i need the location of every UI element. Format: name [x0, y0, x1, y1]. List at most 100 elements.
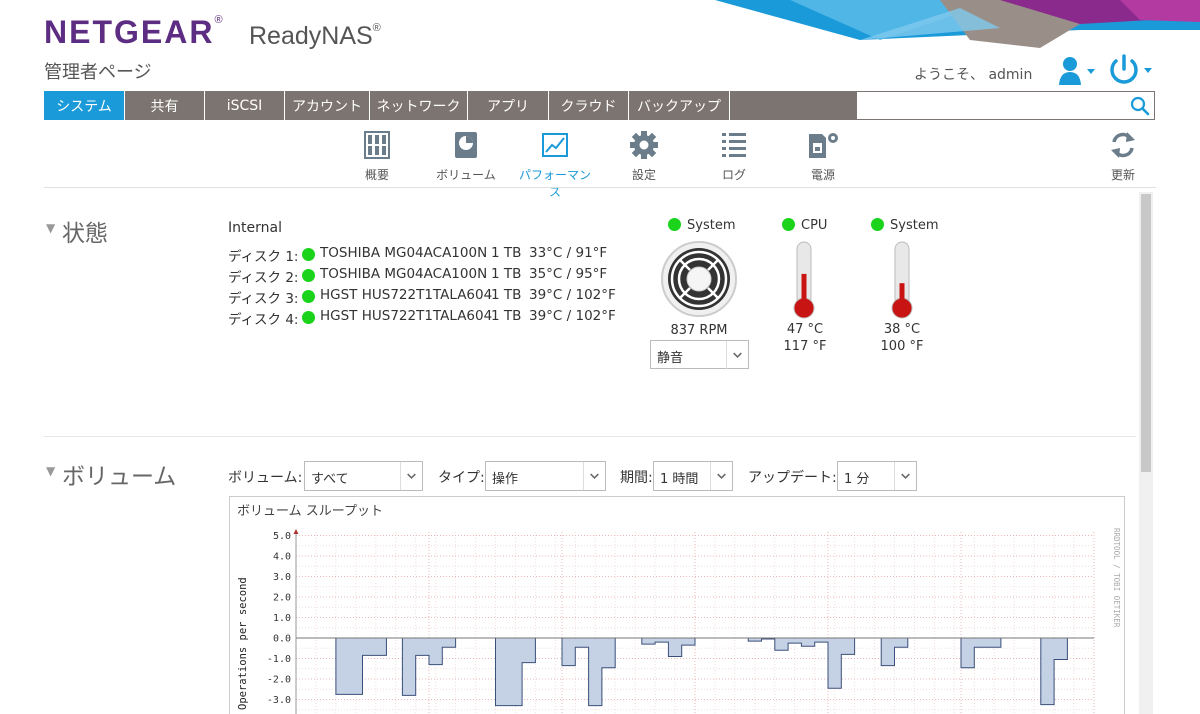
tab-apps[interactable]: アプリ — [468, 91, 549, 120]
throughput-chart: 5.0 4.0 3.0 2.0 1.0 0.0 -1.0 -2.0 -3.0 Operations… — [237, 528, 1121, 714]
fan-label: System — [687, 218, 736, 233]
cpu-temp-f: 117 °F — [783, 339, 827, 354]
disk-size: 1 TB — [491, 287, 522, 303]
volume-filter-select[interactable]: すべて — [304, 461, 423, 491]
tab-accounts[interactable]: アカウント — [285, 91, 370, 120]
collapse-arrow-icon[interactable]: ▼ — [46, 464, 55, 478]
volume-filter-label: ボリューム: — [228, 470, 303, 486]
subnav-settings[interactable]: 設定 — [604, 130, 684, 183]
log-icon — [722, 133, 746, 157]
tab-shares[interactable]: 共有 — [125, 91, 205, 120]
collapse-arrow-icon[interactable]: ▼ — [46, 221, 55, 235]
tab-network[interactable]: ネットワーク — [370, 91, 468, 120]
cpu-thermometer-icon — [793, 241, 815, 319]
disk-size: 1 TB — [491, 266, 522, 282]
subnav-overview[interactable]: 概要 — [337, 130, 417, 183]
page-subtitle: 管理者ページ — [44, 62, 152, 83]
status-section-title[interactable]: 状態 — [62, 214, 108, 248]
welcome-text: ようこそ、 admin — [914, 67, 1033, 83]
y-axis-arrow — [293, 529, 299, 534]
system-thermometer-icon — [891, 241, 913, 319]
tab-backup[interactable]: バックアップ — [629, 91, 730, 120]
refresh-icon — [1111, 132, 1135, 158]
disk-temp: 35°C / 95°F — [529, 266, 608, 282]
subnav-divider — [44, 187, 1156, 188]
subnav-settings-label: 設定 — [631, 168, 656, 182]
subnav-volume-label: ボリューム — [436, 168, 496, 182]
y-tick-label: -3.0 — [267, 695, 291, 706]
subnav-overview-label: 概要 — [364, 168, 389, 182]
type-filter-select[interactable]: 操作 — [485, 461, 606, 491]
internal-label: Internal — [228, 220, 282, 236]
type-filter-value: 操作 — [492, 472, 519, 487]
update-filter-select[interactable]: 1 分 — [837, 461, 917, 491]
vertical-scrollbar[interactable] — [1139, 192, 1153, 714]
volume-section-title[interactable]: ボリューム — [62, 457, 176, 491]
fan-rpm: 837 RPM — [670, 323, 728, 338]
period-filter-label: 期間: — [620, 470, 653, 486]
tab-cloud[interactable]: クラウド — [549, 91, 629, 120]
disk-status-dot — [302, 290, 315, 303]
disk-model: TOSHIBA MG04ACA100N — [320, 245, 488, 261]
system-status-dot — [871, 218, 884, 231]
y-tick-label: -2.0 — [267, 675, 291, 686]
section-divider — [44, 436, 1136, 437]
subnav-log[interactable]: ログ — [694, 130, 774, 183]
y-tick-label: 3.0 — [273, 572, 291, 583]
performance-icon — [542, 133, 568, 157]
search-icon[interactable] — [1130, 96, 1150, 116]
disk-model: HGST HUS722T1TALA604 — [320, 287, 493, 303]
disk-size: 1 TB — [491, 245, 522, 261]
search-box — [856, 91, 1155, 120]
scrollbar-thumb[interactable] — [1141, 194, 1151, 472]
chevron-down-icon — [400, 462, 416, 490]
search-input[interactable] — [861, 95, 1123, 116]
subnav-power-label: 電源 — [810, 168, 835, 182]
subnav-log-label: ログ — [721, 168, 746, 182]
disk-size: 1 TB — [491, 308, 522, 324]
period-filter-value: 1 時間 — [660, 472, 699, 487]
power-settings-icon — [809, 133, 838, 158]
disk-label: ディスク 1: — [228, 249, 299, 265]
y-tick-label: 2.0 — [273, 593, 291, 604]
cpu-status-dot — [782, 218, 795, 231]
cpu-status-header: CPU — [782, 218, 827, 233]
subnav-performance-label: パフォーマンス — [518, 168, 591, 199]
cpu-temp-c: 47 °C — [786, 322, 824, 337]
refresh-label: 更新 — [1110, 168, 1135, 182]
cpu-label: CPU — [801, 218, 828, 233]
user-menu-icon[interactable] — [1058, 56, 1098, 86]
tab-system[interactable]: システム — [44, 91, 125, 120]
update-filter-value: 1 分 — [844, 472, 870, 487]
tab-iscsi[interactable]: iSCSI — [205, 91, 285, 120]
y-tick-label: 1.0 — [273, 613, 291, 624]
chevron-down-icon — [710, 462, 726, 490]
y-tick-label: 0.0 — [273, 634, 291, 645]
netgear-logo: NETGEAR® — [44, 14, 225, 50]
disk-label: ディスク 4: — [228, 312, 299, 328]
fan-status-header: System — [668, 218, 735, 233]
fan-mode-select[interactable]: 静音 — [650, 340, 749, 369]
volume-icon — [455, 132, 477, 158]
y-tick-label: -1.0 — [267, 654, 291, 665]
power-menu-icon[interactable] — [1108, 54, 1156, 86]
disk-status-dot — [302, 269, 315, 282]
fan-status-dot — [668, 218, 681, 231]
subnav-performance[interactable]: パフォーマンス — [515, 130, 595, 200]
subnav-power[interactable]: 電源 — [783, 130, 863, 183]
chevron-down-icon — [894, 462, 910, 490]
y-tick-label: 5.0 — [273, 531, 291, 542]
chevron-down-icon — [726, 341, 742, 369]
subnav-volume[interactable]: ボリューム — [426, 130, 506, 183]
overview-icon — [364, 131, 390, 159]
period-filter-select[interactable]: 1 時間 — [653, 461, 733, 491]
disk-status-dot — [302, 248, 315, 261]
system-status-header: System — [871, 218, 938, 233]
system-label: System — [890, 218, 939, 233]
chart-title: ボリューム スループット — [237, 504, 383, 519]
chart-watermark: RRDTOOL / TOBI OETIKER — [1112, 528, 1121, 628]
fan-icon — [661, 241, 737, 317]
refresh-button[interactable]: 更新 — [1083, 130, 1163, 183]
disk-temp: 33°C / 91°F — [529, 245, 608, 261]
volume-filter-value: すべて — [311, 472, 349, 487]
